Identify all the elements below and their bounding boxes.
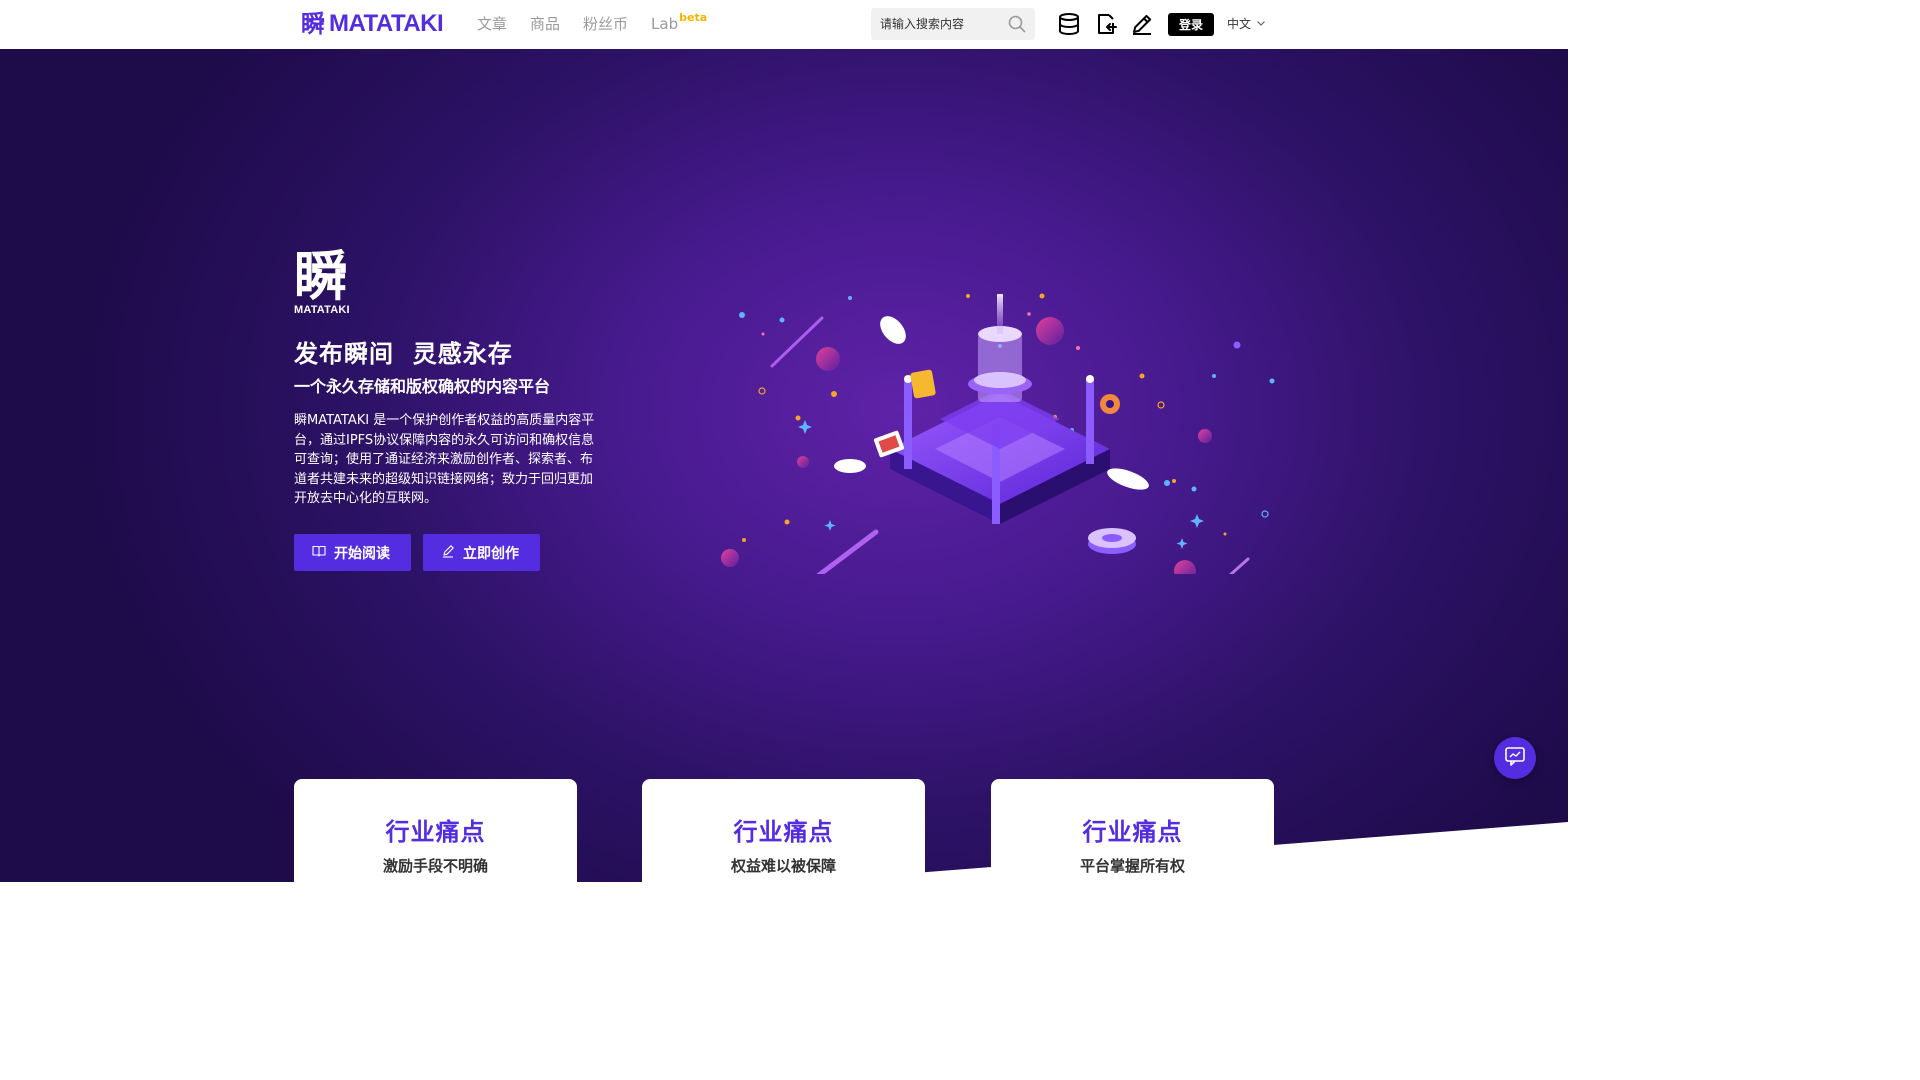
hero-brand-mark: 瞬 MATATAKI xyxy=(294,245,350,317)
search-box xyxy=(871,8,1035,40)
chevron-down-icon xyxy=(1256,17,1266,31)
nav-link-products[interactable]: 商品 xyxy=(530,14,560,34)
pain-point-card: 行业痛点 平台掌握所有权 xyxy=(991,779,1274,882)
nav-link-fan-tokens[interactable]: 粉丝币 xyxy=(583,14,628,34)
export-icon[interactable] xyxy=(1094,12,1118,36)
nav-link-lab-label: Lab xyxy=(651,15,679,33)
hero-section: 瞬 MATATAKI 发布瞬间 灵感永存 一个永久存储和版权确权的内容平台 瞬M… xyxy=(0,49,1568,882)
chat-button[interactable] xyxy=(1494,737,1536,779)
card-subtitle: 权益难以被保障 xyxy=(730,857,836,875)
hero-illustration xyxy=(721,293,1275,574)
hero-brand-cn: 瞬 xyxy=(294,245,348,308)
start-creating-button[interactable]: 立即创作 xyxy=(423,534,540,571)
hero-headline: 发布瞬间 灵感永存 xyxy=(294,340,513,368)
card-title: 行业痛点 xyxy=(1082,818,1183,846)
pencil-icon[interactable] xyxy=(1130,12,1154,36)
hero-subheadline: 一个永久存储和版权确权的内容平台 xyxy=(294,377,551,396)
hero-brand-en: MATATAKI xyxy=(294,304,350,316)
start-reading-label: 开始阅读 xyxy=(334,545,390,562)
nav-link-lab[interactable]: Lab beta xyxy=(651,11,707,34)
top-navbar: 瞬 MATATAKI 文章 商品 粉丝币 Lab beta 登录 中文 xyxy=(0,0,1568,49)
card-subtitle: 平台掌握所有权 xyxy=(1079,857,1185,875)
pen-icon xyxy=(441,544,455,562)
beta-badge: beta xyxy=(679,11,708,24)
start-reading-button[interactable]: 开始阅读 xyxy=(294,534,411,571)
language-label: 中文 xyxy=(1227,17,1252,31)
database-icon[interactable] xyxy=(1057,12,1081,36)
card-title: 行业痛点 xyxy=(733,818,834,846)
book-icon xyxy=(312,544,326,562)
hero-description: 瞬MATATAKI 是一个保护创作者权益的高质量内容平台，通过IPFS协议保障内… xyxy=(294,413,595,507)
site-logo[interactable]: 瞬 MATATAKI xyxy=(301,9,444,39)
language-selector[interactable]: 中文 xyxy=(1227,15,1266,32)
pain-point-card: 行业痛点 激励手段不明确 xyxy=(294,779,577,882)
card-subtitle: 激励手段不明确 xyxy=(382,857,488,875)
main-nav-links: 文章 商品 粉丝币 Lab beta xyxy=(477,11,707,34)
nav-link-articles[interactable]: 文章 xyxy=(477,14,507,34)
pain-point-card: 行业痛点 权益难以被保障 xyxy=(642,779,925,882)
chat-icon xyxy=(1504,745,1526,771)
card-title: 行业痛点 xyxy=(385,818,486,846)
logo-cn-text: 瞬 xyxy=(301,10,325,38)
login-button[interactable]: 登录 xyxy=(1168,13,1214,36)
logo-en-text: MATATAKI xyxy=(329,10,444,37)
search-input[interactable] xyxy=(871,8,1001,40)
search-icon[interactable] xyxy=(1008,15,1026,37)
start-creating-label: 立即创作 xyxy=(463,545,519,562)
